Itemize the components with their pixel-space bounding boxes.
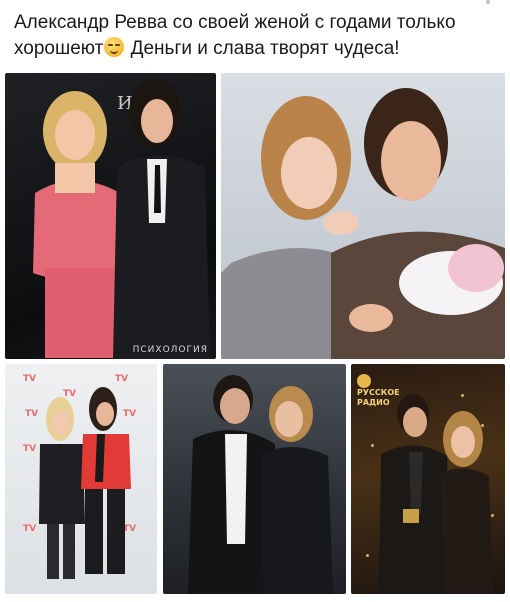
gallery-photo-2[interactable]: [221, 73, 505, 359]
gallery-photo-1[interactable]: ИК ПСИХОЛОГИЯ: [5, 73, 216, 359]
photo-3-figures: [39, 387, 131, 579]
post-text-part-2: Деньги и слава творят чудеса!: [125, 38, 400, 59]
photo-1-figures: [33, 79, 210, 359]
gallery-photo-5[interactable]: РУССКОЕ РАДИО: [351, 364, 505, 594]
photo-4-figures: [188, 375, 333, 594]
photo-watermark: ПСИХОЛОГИЯ: [132, 345, 208, 355]
gallery-photo-3[interactable]: TV TV TV TV TV TV TV TV: [5, 364, 157, 594]
photo-5-figures: [379, 394, 493, 594]
photo-2-figures: [221, 88, 505, 359]
smirking-face-icon: [104, 37, 125, 57]
more-options-icon[interactable]: [486, 0, 496, 10]
post-text: Александр Ревва со своей женой с годами …: [14, 10, 484, 62]
gallery-photo-4[interactable]: [163, 364, 346, 594]
